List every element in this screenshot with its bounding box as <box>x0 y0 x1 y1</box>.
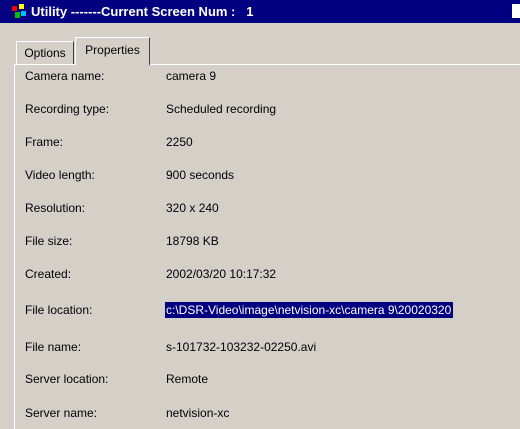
property-row-file-name: File name: s-101732-103232-02250.avi <box>15 336 520 360</box>
property-label: File name: <box>25 340 82 354</box>
property-row-file-location: File location: c:\DSR-Video\image\netvis… <box>15 299 520 323</box>
title-bar[interactable]: Utility -------Current Screen Num : 1 <box>0 0 520 23</box>
tab-options[interactable]: Options <box>16 41 74 65</box>
window-control-edge[interactable] <box>512 4 520 18</box>
property-value: 18798 KB <box>166 234 219 248</box>
property-label: Created: <box>25 267 72 281</box>
file-location-field[interactable]: c:\DSR-Video\image\netvision-xc\camera 9… <box>165 302 454 318</box>
property-row-camera-name: Camera name: camera 9 <box>15 65 520 89</box>
property-row-file-size: File size: 18798 KB <box>15 230 520 254</box>
property-value: netvision-xc <box>166 406 230 420</box>
window-title: Utility -------Current Screen Num : 1 <box>31 4 254 19</box>
property-row-frame: Frame: 2250 <box>15 131 520 155</box>
property-row-recording-type: Recording type: Scheduled recording <box>15 98 520 122</box>
property-label: Recording type: <box>25 102 110 116</box>
property-label: File size: <box>25 234 73 248</box>
properties-panel: Camera name: camera 9 Recording type: Sc… <box>14 64 520 429</box>
app-icon <box>12 4 26 18</box>
property-value: Remote <box>166 372 209 386</box>
property-value: Scheduled recording <box>166 102 277 116</box>
property-value: 900 seconds <box>166 168 235 182</box>
property-row-created: Created: 2002/03/20 10:17:32 <box>15 263 520 287</box>
property-label: Resolution: <box>25 201 86 215</box>
property-label: Server location: <box>25 372 109 386</box>
property-row-video-length: Video length: 900 seconds <box>15 164 520 188</box>
property-value: camera 9 <box>166 69 217 83</box>
property-value: s-101732-103232-02250.avi <box>166 340 317 354</box>
property-label: Frame: <box>25 135 64 149</box>
property-value: 320 x 240 <box>166 201 219 215</box>
property-label: Camera name: <box>25 69 105 83</box>
property-row-resolution: Resolution: 320 x 240 <box>15 197 520 221</box>
property-value: 2002/03/20 10:17:32 <box>166 267 277 281</box>
property-label: File location: <box>25 303 93 317</box>
property-row-server-location: Server location: Remote <box>15 368 520 392</box>
tab-properties[interactable]: Properties <box>75 37 150 65</box>
property-value: 2250 <box>166 135 193 149</box>
property-label: Server name: <box>25 406 98 420</box>
property-row-server-name: Server name: netvision-xc <box>15 402 520 426</box>
property-label: Video length: <box>25 168 95 182</box>
